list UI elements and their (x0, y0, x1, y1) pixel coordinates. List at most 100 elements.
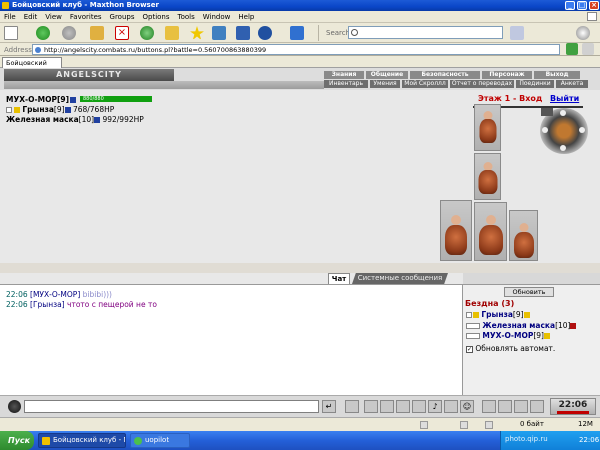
music-icon[interactable]: ♪ (428, 400, 442, 413)
search-label: Search (326, 29, 351, 37)
menu-view[interactable]: View (41, 11, 66, 23)
chat-mode-icon[interactable] (8, 400, 21, 413)
player-name[interactable]: МУХ-О-МОР (6, 95, 57, 104)
member-name[interactable]: Железная маска (482, 321, 555, 330)
nav-inventory[interactable]: Инвентарь (324, 80, 368, 88)
chat-pane: 22:06 [МУХ-О-МОР] bibibi))) 22:06 [Грынз… (0, 284, 462, 395)
member-slot-icon (466, 323, 480, 329)
back-icon[interactable] (36, 26, 50, 40)
up-folder-icon[interactable] (90, 26, 104, 40)
address-input[interactable]: http://angelscity.combats.ru/buttons.pl?… (32, 44, 560, 55)
menu-favorites[interactable]: Favorites (66, 11, 106, 23)
member-info-icon[interactable] (570, 323, 577, 329)
stop-icon[interactable]: × (115, 26, 129, 40)
exit-link[interactable]: Выйти (550, 94, 579, 103)
book-icon[interactable] (514, 400, 528, 413)
menu-edit[interactable]: Edit (20, 11, 42, 23)
menu-window[interactable]: Window (199, 11, 235, 23)
nav-left-icon[interactable] (542, 127, 548, 133)
dungeon-character-figure[interactable] (474, 104, 501, 151)
nav-communication[interactable]: Общение (366, 71, 408, 79)
start-button[interactable]: Пуск (0, 431, 34, 450)
member-slot-icon (466, 312, 472, 318)
nav-character[interactable]: Персонаж (482, 71, 532, 79)
menu-options[interactable]: Options (139, 11, 174, 23)
nav-skills[interactable]: Умения (370, 80, 400, 88)
smiley-icon[interactable]: ☺ (460, 400, 474, 413)
chat-text: bibibi))) (82, 290, 112, 299)
taskbar: Пуск Бойцовский клуб - M... uopilot phot… (0, 431, 600, 450)
dungeon-character-figure[interactable] (474, 202, 507, 261)
clear-icon[interactable] (345, 400, 359, 413)
info-icon[interactable] (94, 117, 101, 123)
search-go-icon[interactable] (510, 26, 524, 40)
menu-file[interactable]: File (0, 11, 20, 23)
refresh-button[interactable]: Обновить (504, 287, 554, 297)
screen-icon[interactable] (236, 26, 250, 40)
window-title: Бойцовский клуб - Maxthon Browser (12, 1, 159, 9)
fight-icon[interactable] (396, 400, 410, 413)
companion-name[interactable]: Железная маска (6, 115, 79, 124)
menu-help[interactable]: Help (234, 11, 258, 23)
nav-right-icon[interactable] (579, 127, 585, 133)
start-label: Пуск (8, 436, 31, 445)
chat-user[interactable]: [МУХ-О-МОР] (30, 290, 80, 299)
people-icon[interactable] (412, 400, 426, 413)
member-level: [9] (512, 310, 524, 319)
new-page-icon[interactable] (4, 26, 18, 40)
go-icon[interactable] (566, 43, 578, 55)
dungeon-character-figure[interactable] (440, 200, 472, 261)
task-browser[interactable]: Бойцовский клуб - M... (38, 433, 126, 448)
groups-icon[interactable] (212, 26, 226, 40)
nav-knowledge[interactable]: Знания (324, 71, 364, 79)
compass-icon[interactable] (576, 26, 590, 40)
chat-input-bar: ↵ ♪ ☺ 22:06 (0, 395, 600, 417)
close-button[interactable]: × (589, 1, 599, 10)
search-input[interactable] (348, 26, 503, 39)
minimize-button[interactable]: _ (565, 1, 575, 10)
address-options-icon[interactable] (582, 43, 594, 55)
auto-refresh-checkbox[interactable]: ✓ (466, 345, 473, 353)
dungeon-character-figure[interactable] (474, 153, 501, 200)
nav-battles[interactable]: Поединки (516, 80, 554, 88)
frame-divider[interactable] (0, 263, 600, 273)
chat-input[interactable] (24, 400, 319, 413)
nav-profile[interactable]: Анкета (556, 80, 588, 88)
companion-name[interactable]: Грынза (22, 105, 54, 114)
menu-close-icon[interactable] (587, 12, 597, 21)
favorites-star-icon[interactable] (190, 26, 204, 40)
menu-tools[interactable]: Tools (174, 11, 199, 23)
mail-icon[interactable] (530, 400, 544, 413)
menu-groups[interactable]: Groups (106, 11, 139, 23)
nav-exit[interactable]: Выход (534, 71, 580, 79)
refresh-icon[interactable] (140, 26, 154, 40)
info-icon[interactable] (70, 97, 77, 103)
nav-up-icon[interactable] (560, 110, 566, 116)
home-icon[interactable] (165, 26, 179, 40)
tab-system-messages[interactable]: Системные сообщения (352, 273, 448, 284)
nav-transfers[interactable]: Отчет о переводах (450, 80, 514, 88)
tool-icon[interactable] (380, 400, 394, 413)
tab-combats[interactable]: Бойцовский клуб (2, 57, 62, 77)
task-uopilot[interactable]: uopilot (130, 433, 190, 448)
info-icon[interactable] (64, 107, 71, 113)
tools-icon[interactable] (290, 26, 304, 40)
nav-my-scroll[interactable]: Мой Скроллл (402, 80, 448, 88)
nav-down-icon[interactable] (560, 145, 566, 151)
scroll-icon[interactable] (482, 400, 496, 413)
forward-icon[interactable] (62, 26, 76, 40)
tab-chat[interactable]: Чат (328, 273, 350, 284)
nav-security[interactable]: Безопасность (410, 71, 480, 79)
send-icon[interactable]: ↵ (322, 400, 336, 413)
settings-icon[interactable] (444, 400, 458, 413)
member-name[interactable]: Грынза (481, 310, 513, 319)
member-name[interactable]: МУХ-О-МОР (482, 331, 533, 340)
chat-user[interactable]: [Грынза] (30, 300, 65, 309)
undo-icon[interactable] (258, 26, 272, 40)
maximize-button[interactable]: □ (577, 1, 587, 10)
dungeon-character-figure[interactable] (509, 210, 538, 261)
member-info-icon[interactable] (523, 312, 530, 318)
filter-icon[interactable] (364, 400, 378, 413)
map-icon[interactable] (498, 400, 512, 413)
member-info-icon[interactable] (543, 333, 550, 339)
